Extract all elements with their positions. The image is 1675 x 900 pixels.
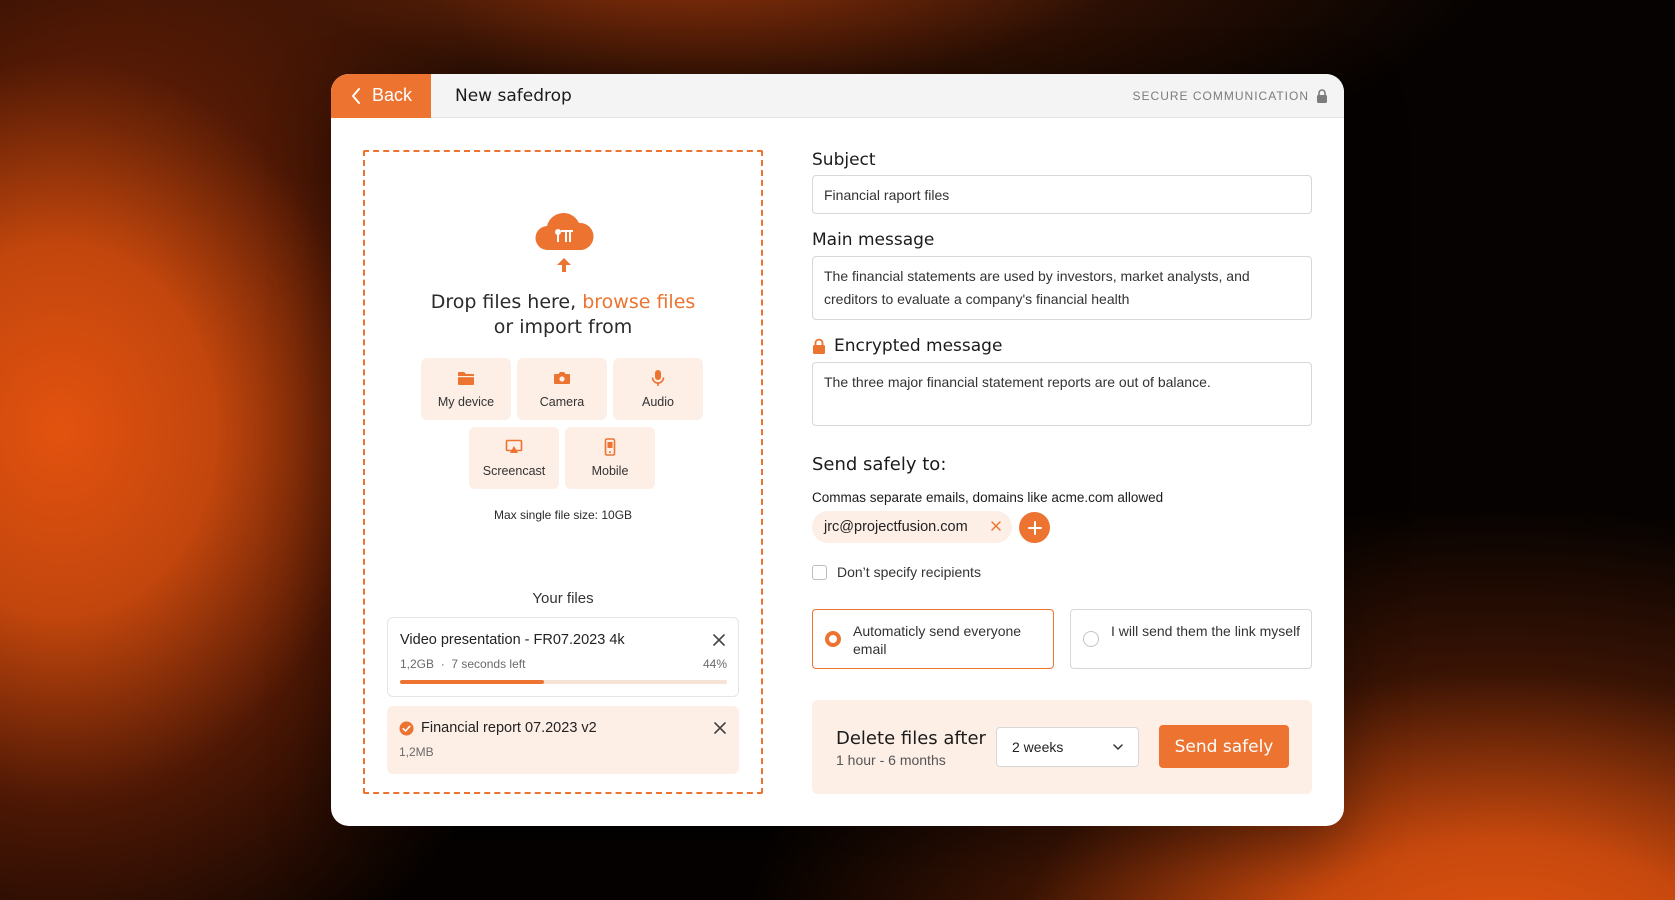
subject-label: Subject: [812, 150, 876, 170]
dont-specify-recipients-row: Don’t specify recipients: [812, 564, 981, 580]
source-label: My device: [437, 395, 495, 409]
secure-communication-badge: SECURE COMMUNICATION: [1133, 74, 1328, 118]
secure-label: SECURE COMMUNICATION: [1132, 89, 1309, 103]
delete-after-value: 2 weeks: [1012, 739, 1064, 755]
time-left: 7 seconds left: [451, 657, 526, 671]
file-name-text: Video presentation - FR07.2023 4k: [400, 632, 625, 648]
radio-selected[interactable]: [825, 631, 841, 647]
drop-text: Drop files here,: [430, 291, 583, 313]
cloud-upload-icon: [535, 213, 594, 272]
import-from-text: or import from: [493, 316, 633, 338]
back-label: Back: [371, 85, 413, 105]
plus-icon: [1027, 520, 1042, 535]
your-files-heading: Your files: [532, 590, 594, 607]
mobile-icon: [604, 438, 616, 456]
check-circle-icon: [399, 721, 414, 735]
microphone-icon: [651, 370, 665, 386]
upload-progress-bar: [400, 680, 727, 684]
option-send-link-label: I will send them the link myself: [1111, 623, 1301, 639]
option-auto-send[interactable]: Automaticly send everyone email: [812, 609, 1054, 669]
page-title: New safedrop: [455, 85, 572, 106]
file-size: 1,2MB: [399, 745, 434, 759]
delete-after-select[interactable]: 2 weeks: [996, 727, 1139, 767]
file-name: Financial report 07.2023 v2: [399, 720, 597, 736]
encrypted-message-label: Encrypted message: [812, 336, 1002, 356]
chevron-down-icon: [1113, 744, 1123, 750]
main-message-textarea[interactable]: The financial statements are used by inv…: [812, 256, 1312, 320]
source-mobile-button[interactable]: Mobile: [565, 427, 655, 489]
browse-files-link[interactable]: browse files: [582, 291, 695, 313]
source-label: Mobile: [591, 464, 629, 478]
folder-icon: [458, 372, 474, 385]
add-recipient-button[interactable]: [1019, 512, 1050, 543]
upload-percent: 44%: [702, 657, 727, 671]
source-camera-button[interactable]: Camera: [517, 358, 607, 420]
safedrop-window: Back New safedrop SECURE COMMUNICATION D…: [331, 74, 1344, 826]
main-message-label: Main message: [812, 230, 935, 250]
file-drop-zone[interactable]: Drop files here, browse files or import …: [363, 150, 763, 794]
file-name: Video presentation - FR07.2023 4k: [400, 632, 625, 648]
recipient-email: jrc@projectfusion.com: [824, 519, 968, 535]
file-item-uploading: Video presentation - FR07.2023 4k 1,2GB …: [387, 617, 739, 697]
upload-progress-fill: [400, 680, 544, 684]
remove-file-icon[interactable]: [712, 633, 726, 647]
lock-icon: [813, 338, 825, 354]
encrypted-label-text: Encrypted message: [834, 336, 1003, 356]
meta-separator: ·: [440, 657, 445, 671]
file-size: 1,2GB: [400, 657, 435, 671]
source-label: Screencast: [482, 464, 546, 478]
camera-icon: [554, 372, 570, 384]
send-safely-button[interactable]: Send safely: [1159, 725, 1289, 768]
title-bar: Back New safedrop SECURE COMMUNICATION: [331, 74, 1344, 118]
source-my-device-button[interactable]: My device: [421, 358, 511, 420]
delete-files-title: Delete files after: [836, 728, 986, 749]
remove-file-icon[interactable]: [713, 721, 727, 735]
drop-instructions: Drop files here, browse files or import …: [365, 290, 761, 340]
chevron-left-icon: [351, 87, 360, 104]
file-name-text: Financial report 07.2023 v2: [421, 720, 597, 736]
file-meta: 1,2GB · 7 seconds left: [400, 657, 525, 671]
source-label: Camera: [539, 395, 585, 409]
encrypted-message-textarea[interactable]: The three major financial statement repo…: [812, 362, 1312, 426]
max-file-size-note: Max single file size: 10GB: [493, 508, 633, 522]
option-auto-send-label: Automaticly send everyone email: [853, 623, 1022, 657]
remove-recipient-icon[interactable]: [990, 520, 1002, 532]
send-to-hint: Commas separate emails, domains like acm…: [812, 490, 1164, 505]
dont-specify-checkbox[interactable]: [812, 564, 827, 580]
recipient-chip: jrc@projectfusion.com: [812, 511, 1012, 543]
source-audio-button[interactable]: Audio: [613, 358, 703, 420]
delete-files-panel: Delete files after 1 hour - 6 months 2 w…: [812, 700, 1312, 794]
source-screencast-button[interactable]: Screencast: [469, 427, 559, 489]
screencast-icon: [505, 439, 523, 453]
dont-specify-label: Don’t specify recipients: [837, 564, 981, 580]
subject-input[interactable]: Financial raport files: [812, 175, 1312, 214]
send-to-heading: Send safely to:: [812, 454, 947, 475]
source-label: Audio: [642, 395, 674, 409]
back-button[interactable]: Back: [331, 74, 431, 118]
lock-icon: [1317, 88, 1327, 103]
radio-unselected[interactable]: [1083, 631, 1099, 647]
option-send-link-myself[interactable]: I will send them the link myself: [1070, 609, 1312, 669]
file-item-complete: Financial report 07.2023 v2 1,2MB: [387, 706, 739, 774]
delete-files-range: 1 hour - 6 months: [836, 752, 946, 768]
